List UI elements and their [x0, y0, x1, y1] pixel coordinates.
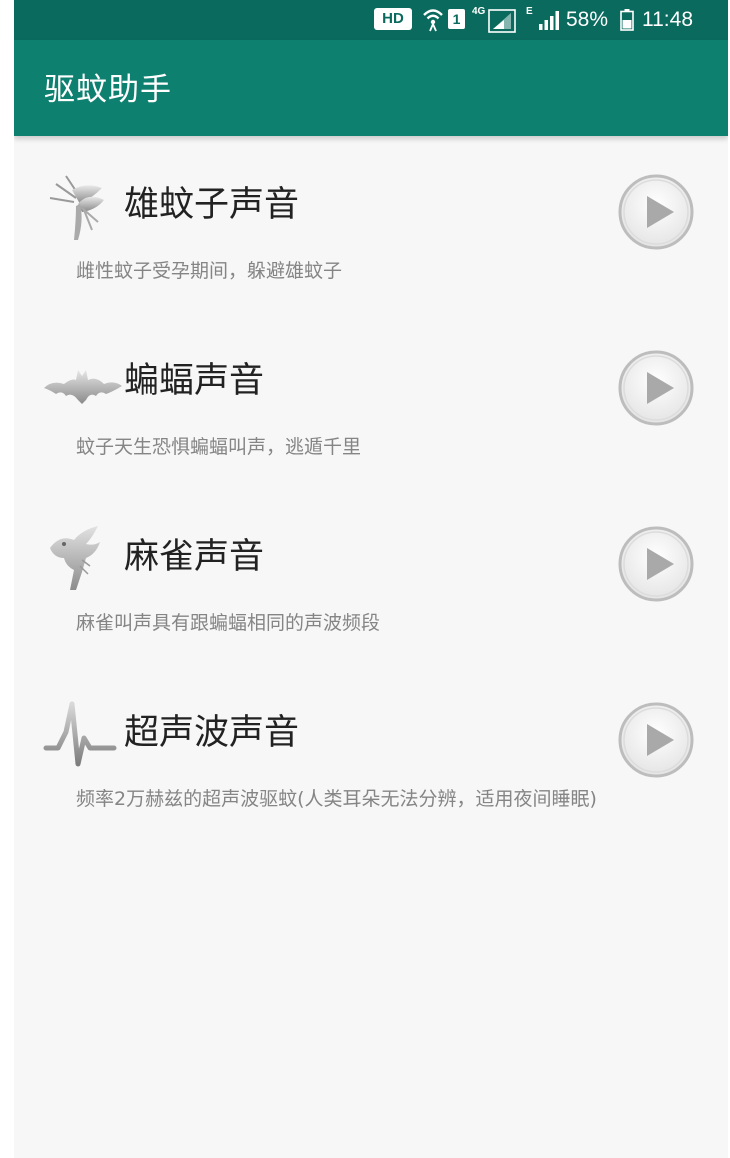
list-item-description: 蚊子天生恐惧蝙蝠叫声，逃遁千里: [76, 436, 362, 458]
signal-strength-2-icon: [539, 11, 559, 30]
status-clock: 11:48: [642, 8, 693, 31]
play-button[interactable]: [616, 700, 696, 780]
play-button[interactable]: [616, 348, 696, 428]
list-item-description: 麻雀叫声具有跟蝙蝠相同的声波频段: [76, 612, 381, 634]
list-item-sparrow[interactable]: 麻雀声音 麻雀叫声具有跟蝙蝠相同的声波频段: [14, 488, 728, 648]
play-button[interactable]: [616, 524, 696, 604]
app-toolbar: 驱蚊助手: [14, 40, 728, 136]
list-item-bat[interactable]: 蝙蝠声音 蚊子天生恐惧蝙蝠叫声，逃遁千里: [14, 312, 728, 472]
battery-icon: [620, 9, 634, 31]
signal-strength-icon: [488, 9, 516, 33]
hd-voice-badge: HD: [374, 8, 412, 30]
list-item-title: 超声波声音: [124, 713, 300, 753]
bat-icon: [44, 370, 122, 404]
list-item-male-mosquito[interactable]: 雄蚊子声音 雌性蚊子受孕期间，躲避雄蚊子: [14, 136, 728, 296]
ultrasonic-wave-icon: [43, 701, 117, 767]
list-item-description: 雌性蚊子受孕期间，躲避雄蚊子: [76, 260, 343, 282]
network-type-2-label: E: [526, 6, 533, 17]
sparrow-icon: [50, 526, 100, 590]
list-item-description: 频率2万赫兹的超声波驱蚊(人类耳朵无法分辨，适用夜间睡眠): [76, 788, 597, 810]
list-item-ultrasonic[interactable]: 超声波声音 频率2万赫兹的超声波驱蚊(人类耳朵无法分辨，适用夜间睡眠): [14, 664, 728, 864]
list-item-title: 蝙蝠声音: [124, 361, 265, 401]
wifi-calling-icon: [423, 9, 443, 32]
page-title: 驱蚊助手: [44, 72, 172, 108]
network-type-label: 4G: [472, 6, 486, 17]
list-item-title: 麻雀声音: [124, 537, 265, 577]
play-button[interactable]: [616, 172, 696, 252]
battery-percentage: 58%: [566, 8, 609, 31]
sim-slot-icon: 1: [448, 9, 465, 29]
list-item-title: 雄蚊子声音: [124, 185, 300, 225]
mosquito-icon: [49, 175, 104, 240]
status-bar: HD 1 4G E 58% 11:48: [14, 0, 728, 40]
app-screen: HD 1 4G E 58% 11:48 驱蚊助手 雄蚊子声音 雌性蚊子受孕期间，…: [14, 0, 728, 1158]
